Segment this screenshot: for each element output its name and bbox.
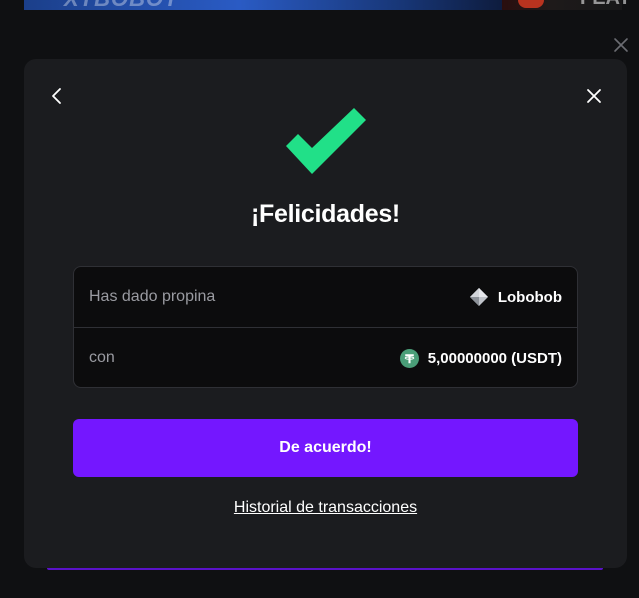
background-page: XTBOBOT FEAT: [0, 0, 639, 12]
background-banner: XTBOBOT: [24, 0, 502, 12]
amount-text: 5,00000000 (USDT): [427, 349, 562, 367]
overlay-close-icon[interactable]: [613, 37, 629, 53]
recipient-name: Lobobob: [497, 288, 562, 306]
tip-success-modal: ¡Felicidades! Has dado propina Lobobob c…: [24, 59, 627, 568]
amount-row: con 5,00000000 (USDT): [74, 327, 577, 387]
success-check-icon: [282, 106, 370, 178]
back-chevron-icon[interactable]: [47, 86, 67, 106]
usdt-icon: [399, 348, 419, 368]
background-banner-graphic: [518, 0, 544, 8]
diamond-icon: [469, 288, 488, 306]
recipient-row: Has dado propina Lobobob: [74, 267, 577, 327]
transaction-history-link[interactable]: Historial de transacciones: [24, 499, 627, 517]
modal-title: ¡Felicidades!: [251, 200, 400, 228]
agree-button[interactable]: De acuerdo!: [73, 419, 578, 477]
background-banner-right-text: FEAT: [580, 0, 631, 10]
amount-value: 5,00000000 (USDT): [399, 348, 562, 368]
background-banner-right: FEAT: [502, 0, 631, 10]
close-icon[interactable]: [585, 87, 603, 105]
amount-label: con: [89, 349, 115, 366]
recipient-value: Lobobob: [469, 287, 562, 307]
recipient-label: Has dado propina: [89, 288, 216, 305]
tip-details-card: Has dado propina Lobobob con 5,00000000 …: [73, 266, 578, 388]
background-banner-text: XTBOBOT: [64, 0, 179, 12]
